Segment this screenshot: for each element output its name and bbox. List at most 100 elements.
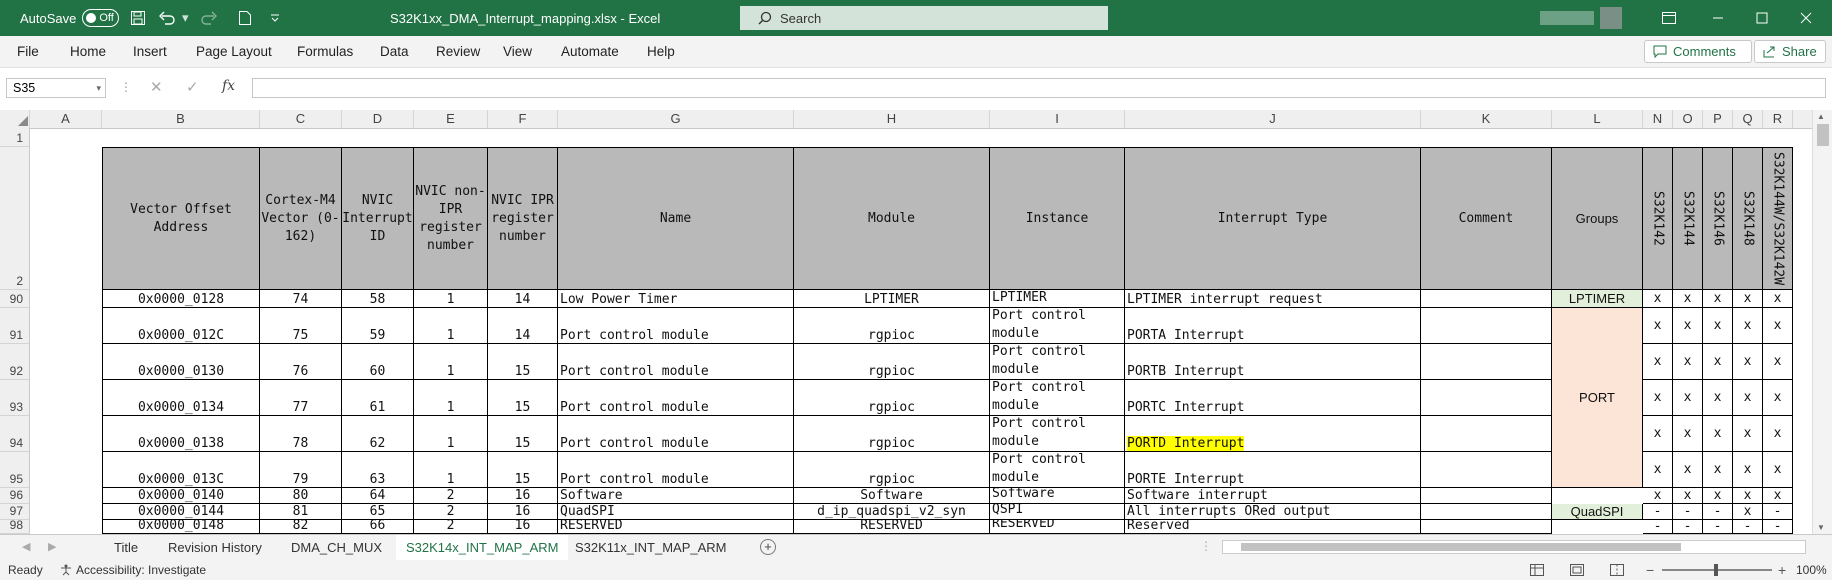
row-header[interactable]: 92 <box>0 344 30 380</box>
header-s32k148[interactable]: S32K148 <box>1733 147 1763 290</box>
add-sheet-icon[interactable]: + <box>760 539 776 555</box>
group-quadspi[interactable]: QuadSPI <box>1552 504 1643 520</box>
cell-x4[interactable]: x <box>1733 290 1763 308</box>
cell-itype[interactable]: Software interrupt <box>1125 488 1421 504</box>
scroll-down-icon[interactable]: ▼ <box>1817 523 1825 532</box>
cell-irq[interactable]: 59 <box>342 308 414 344</box>
cell-comment[interactable] <box>1421 308 1552 344</box>
cell-x5[interactable]: - <box>1763 520 1793 534</box>
cell-x1[interactable]: - <box>1643 504 1673 520</box>
header-cortex-vector[interactable]: Cortex-M4 Vector (0-162) <box>260 147 342 290</box>
cell-x1[interactable]: x <box>1643 452 1673 488</box>
cell-x4[interactable]: x <box>1733 308 1763 344</box>
row-header[interactable]: 93 <box>0 380 30 416</box>
cell-name[interactable]: Port control module <box>558 344 794 380</box>
cell-ipr[interactable]: 14 <box>488 308 558 344</box>
share-button[interactable]: Share <box>1754 40 1826 63</box>
column-header-f[interactable]: F <box>488 110 558 128</box>
header-s32k146[interactable]: S32K146 <box>1703 147 1733 290</box>
cell-x5[interactable]: x <box>1763 380 1793 416</box>
cell-itype[interactable]: PORTE Interrupt <box>1125 452 1421 488</box>
tab-help[interactable]: Help <box>647 36 675 67</box>
cell-offset[interactable]: 0x0000_0140 <box>102 488 260 504</box>
scroll-thumb[interactable] <box>1817 124 1829 146</box>
cell-ipr[interactable]: 15 <box>488 380 558 416</box>
cell-comment[interactable] <box>1421 504 1552 520</box>
cell-module[interactable]: LPTIMER <box>794 290 990 308</box>
column-header-r[interactable]: R <box>1763 110 1793 128</box>
comments-button[interactable]: Comments <box>1644 40 1752 63</box>
cell-x4[interactable]: x <box>1733 344 1763 380</box>
cell-vector[interactable]: 82 <box>260 520 342 534</box>
tab-page-layout[interactable]: Page Layout <box>196 36 272 67</box>
cell-name[interactable]: Port control module <box>558 308 794 344</box>
undo-icon[interactable] <box>158 0 176 36</box>
undo-dropdown-icon[interactable]: ▾ <box>182 0 189 36</box>
cell-instance[interactable]: Port control module <box>990 308 1125 344</box>
cell-vector[interactable]: 76 <box>260 344 342 380</box>
cell-offset[interactable]: 0x0000_0144 <box>102 504 260 520</box>
cell-comment[interactable] <box>1421 416 1552 452</box>
header-s32k142[interactable]: S32K142 <box>1643 147 1673 290</box>
cell-itype[interactable]: PORTC Interrupt <box>1125 380 1421 416</box>
spreadsheet-grid[interactable]: A B C D E F G H I J K L N O P Q R 1 2 Ve… <box>0 110 1812 534</box>
header-nvic-ipr[interactable]: NVIC IPR register number <box>488 147 558 290</box>
cell-offset[interactable]: 0x0000_013C <box>102 452 260 488</box>
header-comment[interactable]: Comment <box>1421 147 1552 290</box>
search-box[interactable]: Search <box>740 6 1108 30</box>
cell-vector[interactable]: 81 <box>260 504 342 520</box>
header-s32k144[interactable]: S32K144 <box>1673 147 1703 290</box>
cell-module[interactable]: rgpioc <box>794 344 990 380</box>
header-instance[interactable]: Instance <box>990 147 1125 290</box>
header-module[interactable]: Module <box>794 147 990 290</box>
cell-vector[interactable]: 75 <box>260 308 342 344</box>
cell-x4[interactable]: x <box>1733 488 1763 504</box>
cell-itype[interactable]: Reserved <box>1125 520 1421 534</box>
column-header-a[interactable]: A <box>30 110 102 128</box>
cell-x1[interactable]: x <box>1643 380 1673 416</box>
cell-ipr[interactable]: 15 <box>488 452 558 488</box>
normal-view-icon[interactable] <box>1530 560 1544 580</box>
cell-offset[interactable]: 0x0000_0134 <box>102 380 260 416</box>
cell-x5[interactable]: x <box>1763 452 1793 488</box>
cell-module[interactable]: RESERVED <box>794 520 990 534</box>
sheet-tab-title[interactable]: Title <box>104 535 148 560</box>
cell-module[interactable]: d_ip_quadspi_v2_syn <box>794 504 990 520</box>
ribbon-display-options-icon[interactable] <box>1662 0 1676 36</box>
cell-module[interactable]: rgpioc <box>794 452 990 488</box>
cell-comment[interactable] <box>1421 344 1552 380</box>
accessibility-status[interactable]: Accessibility: Investigate <box>60 560 206 580</box>
cell-x1[interactable]: x <box>1643 488 1673 504</box>
zoom-level[interactable]: 100% <box>1796 560 1827 580</box>
cell-instance[interactable]: Port control module <box>990 380 1125 416</box>
cell-itype[interactable]: All interrupts ORed output <box>1125 504 1421 520</box>
new-file-icon[interactable] <box>238 0 252 36</box>
cell-x2[interactable]: x <box>1673 308 1703 344</box>
page-layout-view-icon[interactable] <box>1570 560 1584 580</box>
cell-instance[interactable]: QSPI <box>990 504 1125 520</box>
cell-ipr[interactable]: 16 <box>488 520 558 534</box>
cell-x5[interactable]: x <box>1763 290 1793 308</box>
cell-name[interactable]: QuadSPI <box>558 504 794 520</box>
cell-x1[interactable]: x <box>1643 344 1673 380</box>
cell-name[interactable]: Port control module <box>558 380 794 416</box>
cell-offset[interactable]: 0x0000_0130 <box>102 344 260 380</box>
cell-vector[interactable]: 78 <box>260 416 342 452</box>
sheet-tab-s32k11x-int-map-arm[interactable]: S32K11x_INT_MAP_ARM <box>565 535 737 560</box>
header-vector-offset[interactable]: Vector Offset Address <box>102 147 260 290</box>
row-header[interactable]: 2 <box>0 147 30 290</box>
column-header-b[interactable]: B <box>102 110 260 128</box>
cell-x5[interactable]: x <box>1763 416 1793 452</box>
cell-vector[interactable]: 74 <box>260 290 342 308</box>
close-icon[interactable] <box>1800 0 1812 36</box>
sheet-tab-dma-ch-mux[interactable]: DMA_CH_MUX <box>281 535 392 560</box>
autosave-toggle[interactable]: Off <box>82 9 119 27</box>
tab-formulas[interactable]: Formulas <box>297 36 353 67</box>
cell-instance[interactable]: LPTIMER <box>990 290 1125 308</box>
cell-module[interactable]: rgpioc <box>794 380 990 416</box>
cell-instance[interactable]: Port control module <box>990 344 1125 380</box>
column-header-d[interactable]: D <box>342 110 414 128</box>
column-header-p[interactable]: P <box>1703 110 1733 128</box>
page-break-view-icon[interactable] <box>1610 560 1624 580</box>
account-avatar[interactable] <box>1540 0 1622 36</box>
